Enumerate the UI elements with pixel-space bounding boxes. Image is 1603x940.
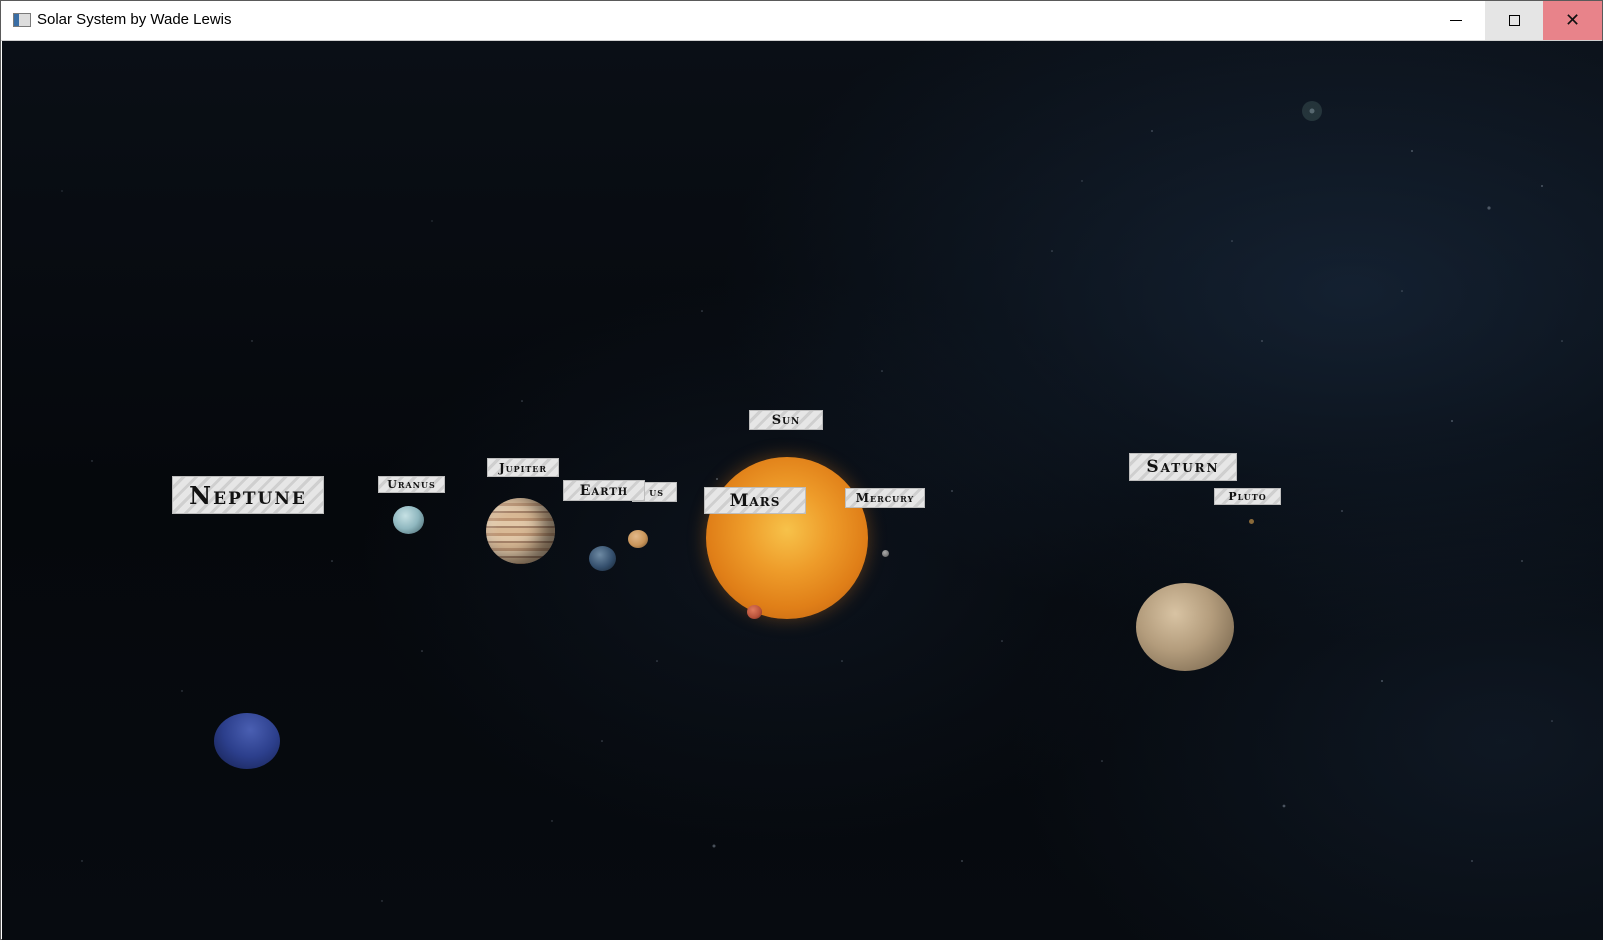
- earth-label: Earth: [563, 480, 645, 501]
- neptune-label: Neptune: [172, 476, 324, 514]
- mars-planet[interactable]: [747, 605, 762, 619]
- jupiter-label: Jupiter: [487, 458, 559, 477]
- mercury-label: Mercury: [845, 488, 925, 508]
- close-button[interactable]: ✕: [1543, 1, 1602, 40]
- uranus-label: Uranus: [378, 476, 445, 493]
- close-icon: ✕: [1564, 9, 1581, 31]
- app-icon: [13, 13, 31, 27]
- saturn-label: Saturn: [1129, 453, 1237, 481]
- minimize-icon: [1450, 20, 1462, 21]
- title-bar[interactable]: Solar System by Wade Lewis ✕: [1, 1, 1602, 41]
- app-window: Solar System by Wade Lewis ✕ Sun Neptune…: [0, 0, 1603, 940]
- scene-viewport[interactable]: Sun Neptune Uranus Jupiter us Earth Mars…: [2, 41, 1603, 940]
- mercury-planet[interactable]: [882, 550, 889, 557]
- saturn-planet[interactable]: [1136, 583, 1234, 671]
- neptune-planet[interactable]: [214, 713, 280, 769]
- uranus-planet[interactable]: [393, 506, 424, 534]
- pluto-label: Pluto: [1214, 488, 1281, 505]
- mars-label: Mars: [704, 487, 806, 514]
- maximize-button[interactable]: [1485, 1, 1543, 40]
- sun-label: Sun: [749, 410, 823, 430]
- venus-planet[interactable]: [628, 530, 648, 548]
- minimize-button[interactable]: [1427, 1, 1485, 40]
- window-title: Solar System by Wade Lewis: [37, 11, 232, 28]
- pluto-planet[interactable]: [1249, 519, 1254, 524]
- earth-planet[interactable]: [589, 546, 616, 571]
- maximize-icon: [1508, 15, 1520, 26]
- sun-planet[interactable]: [706, 457, 868, 619]
- jupiter-planet[interactable]: [486, 498, 555, 564]
